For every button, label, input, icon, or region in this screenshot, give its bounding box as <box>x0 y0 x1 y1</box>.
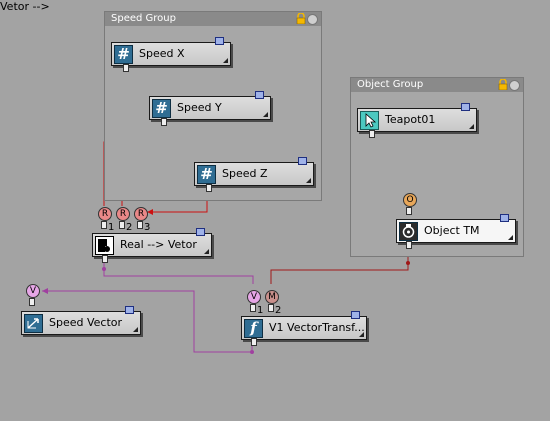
function-icon: f <box>244 319 263 338</box>
port-number: 3 <box>144 222 151 233</box>
real-vector-node[interactable]: Real --> Vetor <box>92 228 212 263</box>
port-number: 1 <box>257 305 264 316</box>
group-collapse-icon[interactable] <box>509 80 520 91</box>
wire-real-vector-to-v1 <box>103 262 254 284</box>
node-out-socket[interactable] <box>123 64 129 72</box>
real-vector-port-r3[interactable]: R <box>134 207 148 221</box>
node-output-tab[interactable] <box>215 37 224 45</box>
v1-transform-port-m[interactable]: M <box>265 290 279 304</box>
object-group-title: Object Group <box>357 79 424 90</box>
node-corner-icon <box>204 249 209 254</box>
teapot-node[interactable]: Teapot01 <box>357 103 477 138</box>
port-stem <box>250 304 256 312</box>
port-stem <box>406 207 412 215</box>
speed-z-node[interactable]: # Speed Z <box>194 157 314 192</box>
hash-icon: # <box>197 165 216 184</box>
port-stem <box>101 221 107 229</box>
converter-icon <box>95 236 114 255</box>
node-output-tab[interactable] <box>298 157 307 165</box>
port-number: 1 <box>108 222 115 233</box>
node-out-socket[interactable] <box>406 241 412 249</box>
v1-transform-label: V1 VectorTransf... <box>269 321 365 334</box>
padlock-icon[interactable] <box>296 13 306 24</box>
real-vector-port-r2[interactable]: R <box>116 207 130 221</box>
speed-y-node[interactable]: # Speed Y <box>149 91 271 126</box>
node-corner-icon <box>306 178 311 183</box>
node-corner-icon <box>223 58 228 63</box>
wire-object-tm-to-m <box>270 256 409 284</box>
node-corner-icon <box>508 235 513 240</box>
node-out-socket[interactable] <box>206 184 212 192</box>
node-corner-icon <box>359 332 364 337</box>
node-output-tab[interactable] <box>351 311 360 319</box>
node-output-tab[interactable] <box>125 306 134 314</box>
speed-vector-label: Speed Vector <box>49 316 123 329</box>
node-output-tab[interactable] <box>500 214 509 222</box>
object-group-header[interactable]: Object Group <box>351 78 523 92</box>
teapot-label: Teapot01 <box>385 113 436 126</box>
node-corner-icon <box>263 112 268 117</box>
transform-icon <box>399 222 418 241</box>
vector-icon <box>24 314 43 333</box>
node-output-tab[interactable] <box>461 103 470 111</box>
speed-group-title: Speed Group <box>111 13 176 24</box>
port-stem <box>29 298 35 306</box>
speed-x-label: Speed X <box>139 47 185 60</box>
speed-vector-port-v[interactable]: V <box>26 284 40 298</box>
real-vector-port-r1[interactable]: R <box>98 207 112 221</box>
port-stem <box>137 221 143 229</box>
object-tm-port-o[interactable]: O <box>403 193 417 207</box>
node-corner-icon <box>133 327 138 332</box>
hash-icon: # <box>152 99 171 118</box>
node-output-tab[interactable] <box>255 91 264 99</box>
node-out-socket[interactable] <box>161 118 167 126</box>
speed-group-header[interactable]: Speed Group <box>105 12 321 26</box>
speed-z-label: Speed Z <box>222 167 268 180</box>
object-tm-node[interactable]: Object TM <box>396 214 516 249</box>
port-stem <box>268 304 274 312</box>
node-out-socket[interactable] <box>369 130 375 138</box>
node-out-socket[interactable] <box>251 338 257 346</box>
node-output-tab[interactable] <box>196 228 205 236</box>
port-number: 2 <box>275 305 282 316</box>
pick-cursor-icon <box>360 111 379 130</box>
port-stem <box>119 221 125 229</box>
hash-icon: # <box>114 45 133 64</box>
speed-y-label: Speed Y <box>177 101 222 114</box>
port-number: 2 <box>126 222 133 233</box>
padlock-icon[interactable] <box>498 79 508 90</box>
node-corner-icon <box>469 124 474 129</box>
node-out-socket[interactable] <box>102 255 108 263</box>
speed-x-node[interactable]: # Speed X <box>111 37 231 72</box>
v1-transform-node[interactable]: f V1 VectorTransf... <box>241 311 367 346</box>
v1-transform-port-v[interactable]: V <box>247 290 261 304</box>
object-tm-label: Object TM <box>424 224 480 237</box>
group-collapse-icon[interactable] <box>307 14 318 25</box>
speed-vector-node[interactable]: Speed Vector <box>21 306 141 335</box>
real-vector-label: Real --> Vetor <box>120 238 197 251</box>
